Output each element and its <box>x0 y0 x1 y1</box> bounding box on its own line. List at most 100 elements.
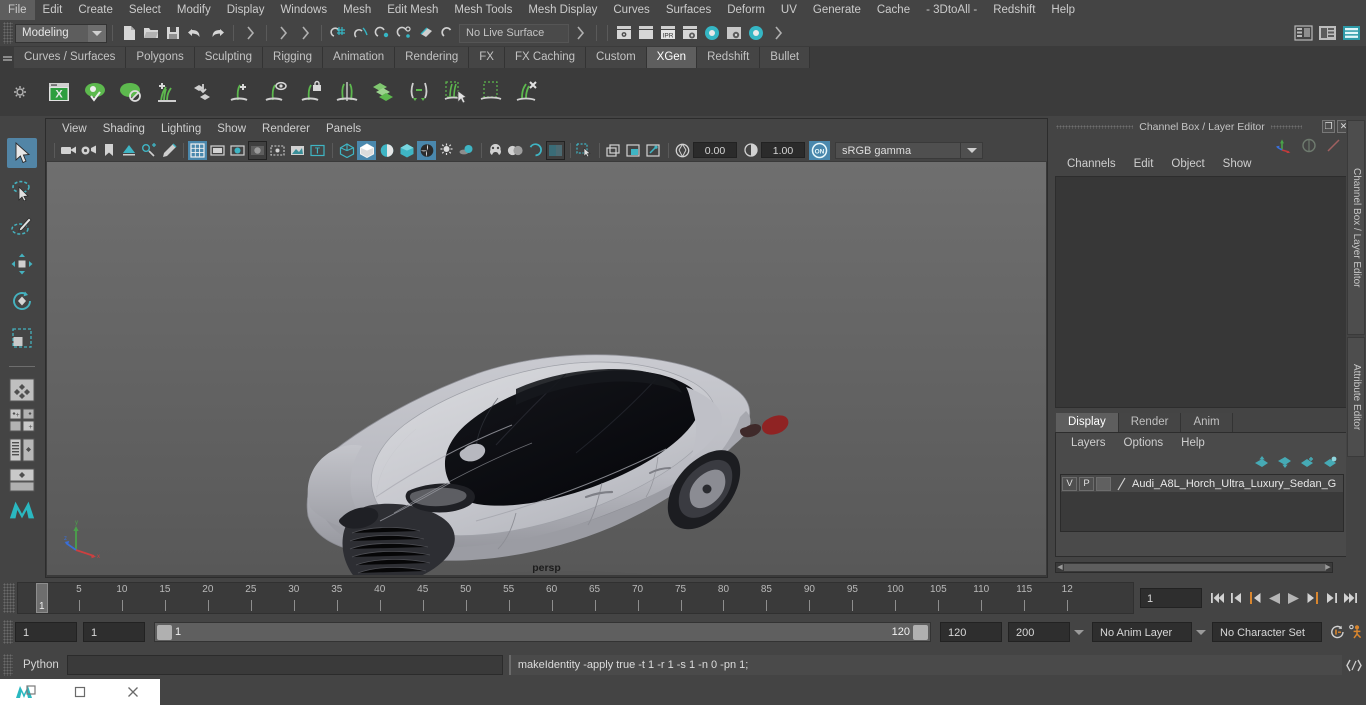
snap-to-projected-center-button[interactable] <box>393 22 415 44</box>
shelf-tab-redshift[interactable]: Redshift <box>697 47 761 68</box>
shelf-tab-rigging[interactable]: Rigging <box>263 47 324 68</box>
channel-box-attribute-list[interactable] <box>1055 176 1349 408</box>
time-slider[interactable]: 1 5 10 15 20 25 30 35 40 45 50 55 60 65 70 75 80 85 90 95 1… <box>17 582 1134 614</box>
move-layer-up-icon[interactable] <box>1254 456 1269 468</box>
status-line-grip[interactable] <box>3 22 13 44</box>
contrast-icon[interactable] <box>741 141 760 160</box>
undock-panel-icon[interactable]: ❐ <box>1322 120 1335 133</box>
selection-mask-object-icon[interactable] <box>272 22 294 44</box>
rotate-tool[interactable] <box>7 286 37 316</box>
scroll-left-arrow-icon[interactable]: ◀ <box>1056 564 1064 571</box>
scroll-right-arrow-icon[interactable]: ▶ <box>1324 564 1332 571</box>
film-origin-icon[interactable] <box>268 141 287 160</box>
vtab-attribute-editor[interactable]: Attribute Editor <box>1347 337 1365 457</box>
xgen-preview-disable-icon[interactable] <box>114 75 148 109</box>
xgen-editor-icon[interactable]: X <box>42 75 76 109</box>
animation-preferences-icon[interactable] <box>1328 621 1347 643</box>
flat-shade-icon[interactable] <box>397 141 416 160</box>
channel-box-menu-show[interactable]: Show <box>1214 158 1261 170</box>
xgen-transfer-icon[interactable] <box>402 75 436 109</box>
xgen-import-description-icon[interactable] <box>186 75 220 109</box>
viewport-menu-panels[interactable]: Panels <box>318 123 369 135</box>
shadows-icon[interactable] <box>457 141 476 160</box>
move-layer-down-icon[interactable] <box>1277 456 1292 468</box>
open-sidebar-attribute-editor-button[interactable] <box>1292 22 1314 44</box>
single-perspective-layout[interactable] <box>8 377 36 403</box>
open-sidebar-channel-box-button[interactable] <box>1340 22 1362 44</box>
textured-icon[interactable] <box>417 140 436 160</box>
layer-tab-render[interactable]: Render <box>1118 413 1182 432</box>
shaded-wireframe-icon[interactable] <box>377 141 396 160</box>
layer-tab-display[interactable]: Display <box>1056 413 1119 432</box>
layer-menu-layers[interactable]: Layers <box>1062 437 1115 449</box>
current-frame-field[interactable]: 1 <box>1140 588 1202 608</box>
shelf-tab-custom[interactable]: Custom <box>586 47 647 68</box>
gamma-value-field[interactable]: 1.00 <box>761 142 805 158</box>
viewport-menu-show[interactable]: Show <box>209 123 254 135</box>
character-set-icon[interactable] <box>1347 621 1366 643</box>
hypershade-persp-layout[interactable] <box>8 467 36 493</box>
menu-edit-mesh[interactable]: Edit Mesh <box>379 0 446 20</box>
redo-previous-render-button[interactable] <box>635 22 657 44</box>
isolate-select-icon[interactable] <box>575 141 594 160</box>
exposure-icon[interactable] <box>288 141 307 160</box>
undo-button[interactable] <box>184 22 206 44</box>
create-new-layer-icon[interactable] <box>1300 456 1315 468</box>
redo-button[interactable] <box>206 22 228 44</box>
menu-deform[interactable]: Deform <box>719 0 773 20</box>
chevron-down-icon[interactable] <box>88 24 106 42</box>
menu-uv[interactable]: UV <box>773 0 805 20</box>
layer-playback-toggle[interactable]: P <box>1079 476 1094 491</box>
go-to-start-icon[interactable] <box>1208 587 1227 609</box>
shelf-tab-polygons[interactable]: Polygons <box>126 47 195 68</box>
menu-cache[interactable]: Cache <box>869 0 918 20</box>
play-forwards-icon[interactable] <box>1284 587 1303 609</box>
channel-box-menu-edit[interactable]: Edit <box>1125 158 1163 170</box>
menu-modify[interactable]: Modify <box>169 0 219 20</box>
camera-attributes-icon[interactable] <box>79 141 98 160</box>
scrollbar-thumb[interactable] <box>1064 564 1326 571</box>
live-surface-expand-icon[interactable] <box>569 22 591 44</box>
command-line-grip[interactable] <box>3 654 13 676</box>
lasso-select-tool[interactable] <box>7 175 37 205</box>
character-set-field[interactable]: No Character Set <box>1212 622 1322 642</box>
range-dropdown-icon[interactable] <box>1070 622 1088 642</box>
anim-layer-field[interactable]: No Anim Layer <box>1092 622 1192 642</box>
color-management-field[interactable]: sRGB gamma <box>835 141 961 159</box>
menu-windows[interactable]: Windows <box>272 0 335 20</box>
vtab-channel-box-layer-editor[interactable]: Channel Box / Layer Editor <box>1347 120 1365 335</box>
exposure-value-field[interactable]: 0.00 <box>693 142 737 158</box>
open-scene-button[interactable] <box>140 22 162 44</box>
manipulator-axes-icon[interactable] <box>1276 138 1292 153</box>
xgen-duplicate-description-icon[interactable] <box>366 75 400 109</box>
menu-display[interactable]: Display <box>219 0 273 20</box>
xgen-preview-description-icon[interactable] <box>258 75 292 109</box>
go-to-end-icon[interactable] <box>1341 587 1360 609</box>
range-slider[interactable]: 1 120 <box>154 622 931 642</box>
layer-name-label[interactable]: Audi_A8L_Horch_Ultra_Luxury_Sedan_G <box>1132 478 1336 490</box>
ipr-render-button[interactable]: IPR <box>657 22 679 44</box>
color-management-dropdown-icon[interactable] <box>961 141 983 159</box>
shelf-tab-sculpting[interactable]: Sculpting <box>194 47 264 68</box>
step-forward-frame-icon[interactable] <box>1303 587 1322 609</box>
layer-list-horizontal-scrollbar[interactable]: ◀ ▶ <box>1055 562 1333 573</box>
range-start-time-field[interactable]: 1 <box>83 622 145 642</box>
snap-to-grid-button[interactable] <box>327 22 349 44</box>
snap-to-curve-button[interactable] <box>349 22 371 44</box>
step-back-keyframe-icon[interactable] <box>1227 587 1246 609</box>
render-settings-button[interactable] <box>679 22 701 44</box>
layer-list[interactable]: V P Audi_A8L_Horch_Ultra_Luxury_Sedan_G <box>1060 474 1344 532</box>
grease-pencil-icon[interactable] <box>159 141 178 160</box>
step-forward-keyframe-icon[interactable] <box>1322 587 1341 609</box>
status-expand-icon[interactable] <box>767 22 789 44</box>
restore-window-icon[interactable] <box>53 679 106 705</box>
exposure-aperture-icon[interactable] <box>673 141 692 160</box>
show-manipulator-tool-icon[interactable] <box>1326 138 1342 153</box>
shelf-tab-fx-caching[interactable]: FX Caching <box>504 47 587 68</box>
open-sidebar-tool-settings-button[interactable] <box>1316 22 1338 44</box>
grid-toggle-icon[interactable] <box>188 140 207 160</box>
move-tool[interactable] <box>7 249 37 279</box>
maya-app-icon[interactable] <box>0 679 53 705</box>
xray-icon[interactable] <box>486 141 505 160</box>
select-camera-icon[interactable] <box>59 141 78 160</box>
